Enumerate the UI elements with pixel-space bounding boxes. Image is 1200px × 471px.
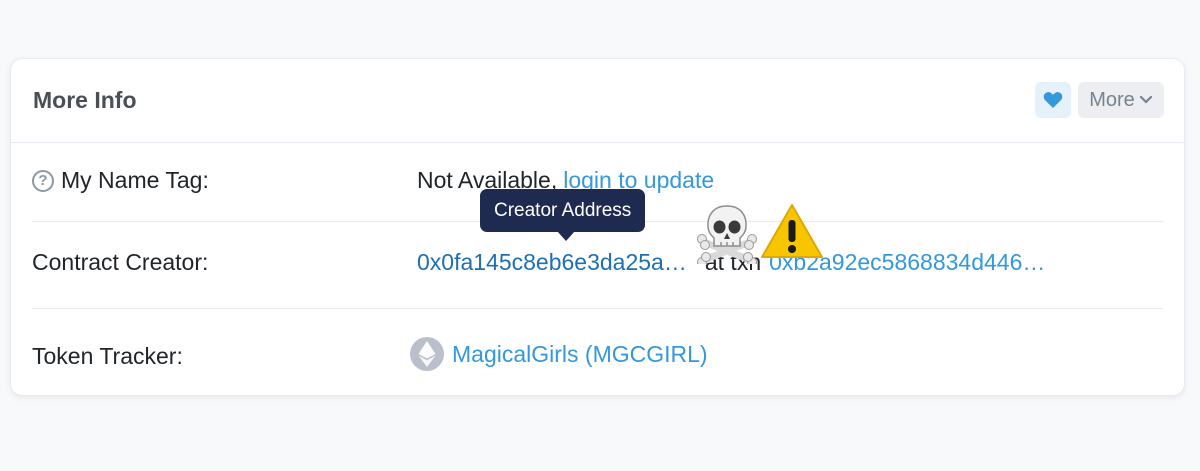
token-tracker-label: Token Tracker: xyxy=(32,343,183,369)
tooltip-arrow xyxy=(557,231,575,241)
heart-icon xyxy=(1043,92,1063,108)
name-tag-label: My Name Tag: xyxy=(61,167,209,193)
ethereum-icon xyxy=(410,337,444,371)
card-header: More Info More xyxy=(11,59,1184,143)
name-tag-label-group: ? My Name Tag: xyxy=(32,167,209,194)
token-tracker-value: MagicalGirls (MGCGIRL) xyxy=(410,337,708,371)
scam-warning-overlay xyxy=(696,202,824,264)
chevron-down-icon xyxy=(1139,95,1152,104)
contract-creator-row: Contract Creator: 0x0fa145c8eb6e3da25a… … xyxy=(32,239,1163,289)
creator-address-tooltip: Creator Address xyxy=(480,189,646,232)
token-tracker-link[interactable]: MagicalGirls (MGCGIRL) xyxy=(452,341,708,368)
skull-crossbones-icon xyxy=(697,205,757,264)
warning-icon xyxy=(761,204,823,258)
creator-address-link[interactable]: 0x0fa145c8eb6e3da25a… xyxy=(417,249,687,276)
question-circle-icon[interactable]: ? xyxy=(32,169,54,192)
card-title: More Info xyxy=(33,87,137,113)
contract-creator-label: Contract Creator: xyxy=(32,249,209,275)
token-tracker-row: Token Tracker: MagicalGirls (MGCGIRL) xyxy=(32,335,1163,385)
more-label: More xyxy=(1089,88,1135,111)
favorite-button[interactable] xyxy=(1035,82,1071,118)
more-dropdown-button[interactable]: More xyxy=(1078,82,1164,118)
row-divider xyxy=(32,308,1163,309)
